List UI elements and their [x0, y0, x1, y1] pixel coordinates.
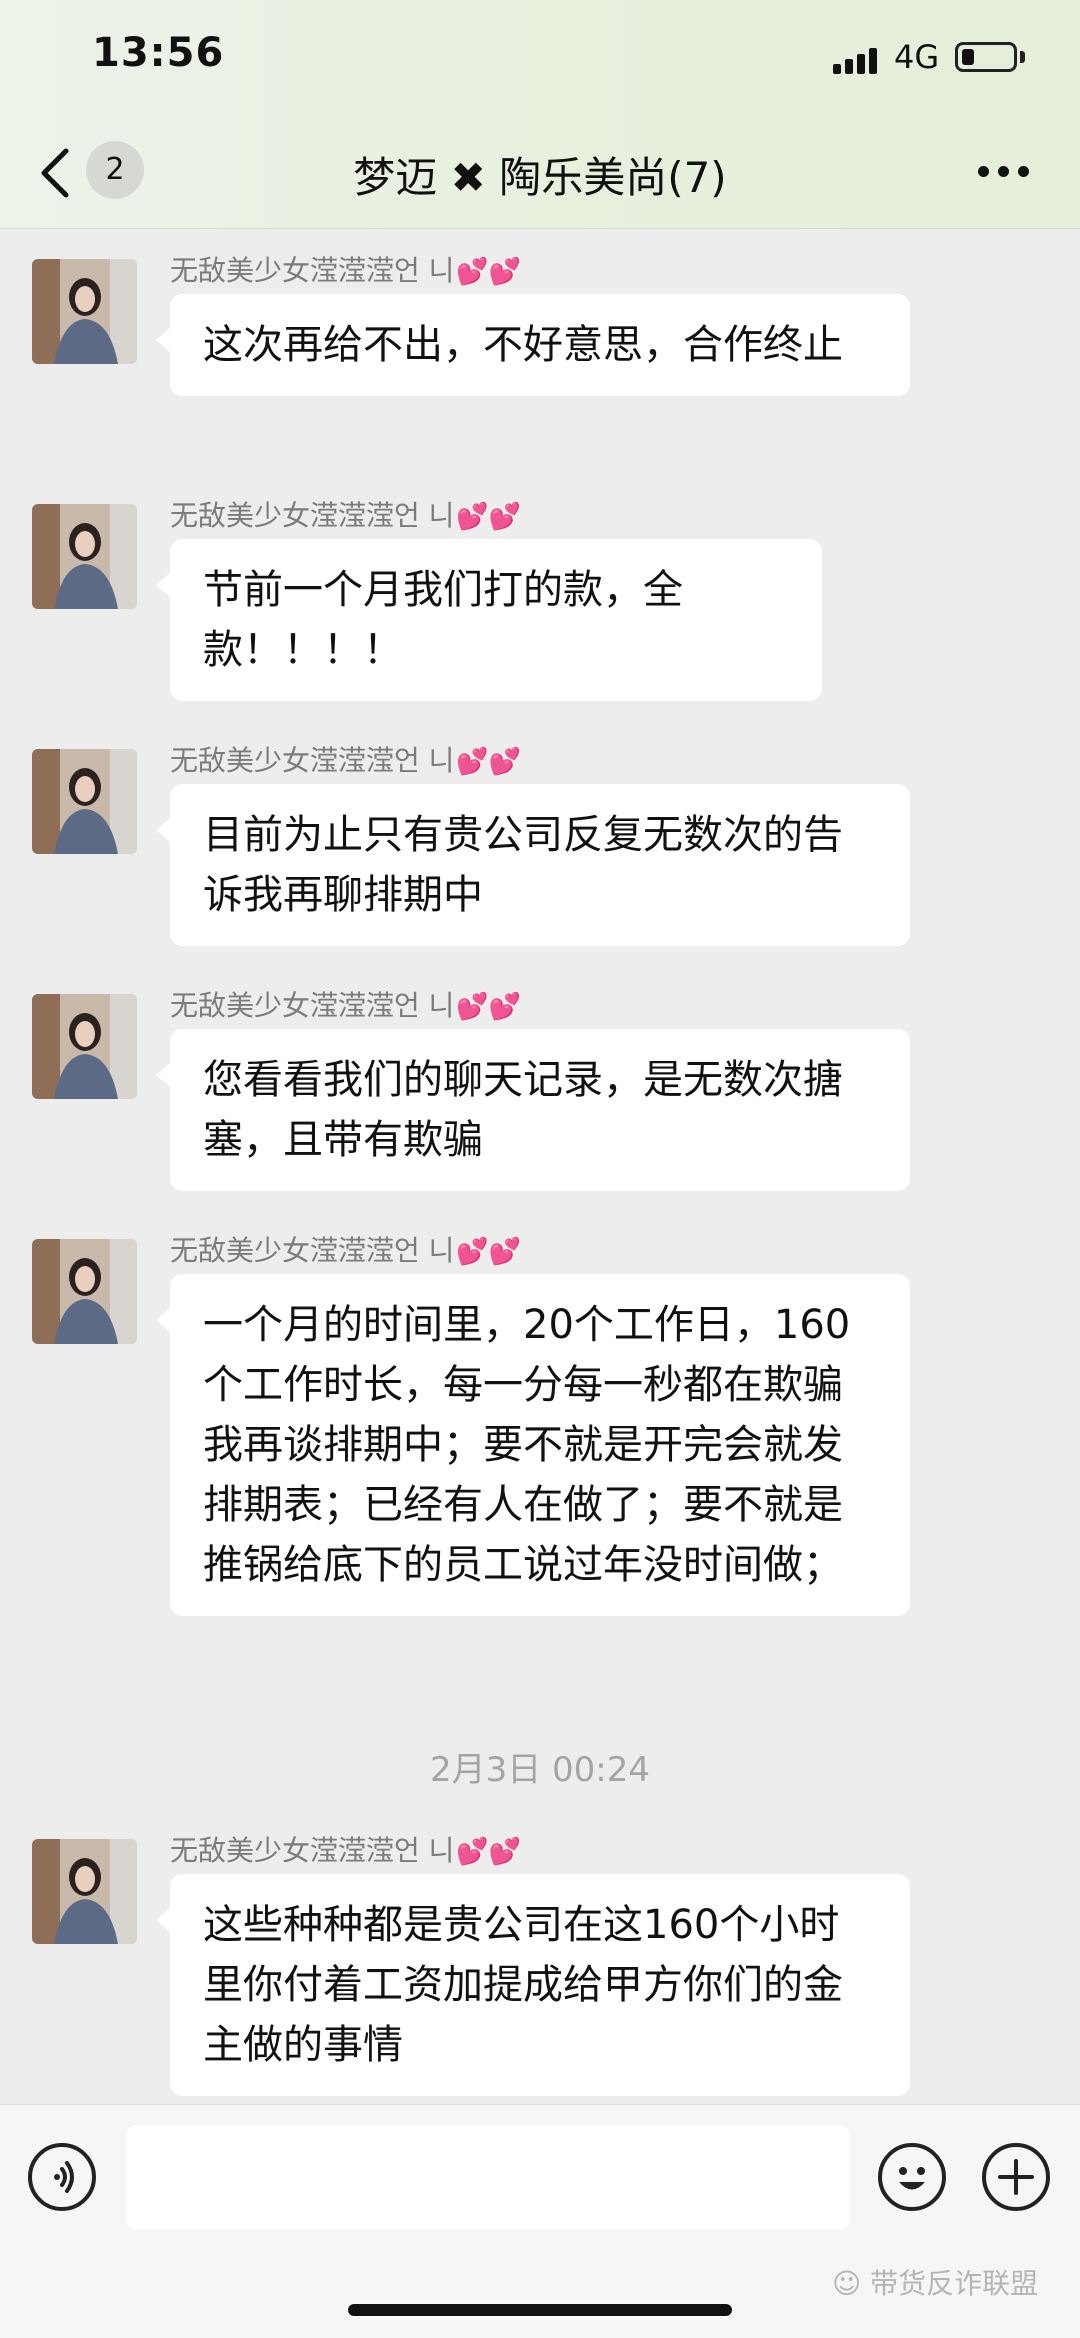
more-button[interactable]: [978, 160, 1030, 180]
battery-level: [962, 49, 974, 65]
hearts-emoji: 💕💕: [456, 747, 522, 777]
message-bubble[interactable]: 这些种种都是贵公司在这160个小时里你付着工资加提成给甲方你们的金主做的事情: [156, 1874, 910, 2096]
avatar-image: [32, 504, 137, 609]
chat-title: 梦迈 ✖ 陶乐美尚(7): [353, 153, 727, 202]
ellipsis-icon: [978, 166, 989, 177]
plus-button[interactable]: [982, 2143, 1050, 2211]
avatar[interactable]: [32, 749, 137, 854]
sender-name: 无敌美少女滢滢滢언 니💕💕: [170, 989, 522, 1022]
avatar-image: [32, 1839, 137, 1944]
message-bubble[interactable]: 目前为止只有贵公司反复无数次的告诉我再聊排期中: [156, 784, 910, 946]
voice-button[interactable]: [28, 2143, 96, 2211]
message-list[interactable]: 无敌美少女滢滢滢언 니💕💕 这次再给不出，不好意思，合作终止 无敌美少女滢滢滢언…: [0, 229, 1080, 2104]
avatar-image: [32, 994, 137, 1099]
emoji-button[interactable]: [878, 2143, 946, 2211]
home-indicator[interactable]: [348, 2304, 732, 2316]
sender-name: 无敌美少女滢滢滢언 니💕💕: [170, 1834, 522, 1867]
hearts-emoji: 💕💕: [456, 502, 522, 532]
hearts-emoji: 💕💕: [456, 992, 522, 1022]
message-bubble[interactable]: 一个月的时间里，20个工作日，160个工作时长，每一分每一秒都在欺骗我再谈排期中…: [156, 1274, 910, 1616]
sender-name: 无敌美少女滢滢滢언 니💕💕: [170, 1234, 522, 1267]
sender-name: 无敌美少女滢滢滢언 니💕💕: [170, 744, 522, 777]
timestamp-divider: 2月3日 00:24: [429, 1750, 651, 1790]
chat-screen: 13:56 4G 2 梦迈 ✖ 陶乐美尚(7) 无敌美少女滢滢滢언 니💕💕 这次…: [0, 0, 1080, 2338]
avatar[interactable]: [32, 259, 137, 364]
avatar[interactable]: [32, 504, 137, 609]
network-label: 4G: [894, 38, 940, 76]
hearts-emoji: 💕💕: [456, 1237, 522, 1267]
message-bubble[interactable]: 您看看我们的聊天记录，是无数次搪塞，且带有欺骗: [156, 1029, 910, 1191]
status-time: 13:56: [92, 30, 225, 76]
hearts-emoji: 💕💕: [456, 257, 522, 287]
avatar-image: [32, 1239, 137, 1344]
avatar-image: [32, 749, 137, 854]
avatar[interactable]: [32, 1839, 137, 1944]
watermark: ☺ 带货反诈联盟: [832, 2267, 1039, 2300]
signal-icon: [833, 48, 877, 74]
wechat-icon: ☺: [832, 2267, 871, 2300]
voice-icon: [54, 2161, 74, 2193]
plus-icon: [998, 2159, 1034, 2195]
message-bubble[interactable]: 这次再给不出，不好意思，合作终止: [156, 294, 910, 396]
top-area: 13:56 4G 2 梦迈 ✖ 陶乐美尚(7): [0, 0, 1080, 229]
sender-name: 无敌美少女滢滢滢언 니💕💕: [170, 254, 522, 287]
hearts-emoji: 💕💕: [456, 1837, 522, 1867]
avatar[interactable]: [32, 994, 137, 1099]
sender-name: 无敌美少女滢滢滢언 니💕💕: [170, 499, 522, 532]
battery-icon: [955, 42, 1017, 72]
input-bar: [0, 2104, 1080, 2338]
avatar[interactable]: [32, 1239, 137, 1344]
emoji-icon: [899, 2167, 925, 2190]
message-input[interactable]: [126, 2125, 850, 2229]
avatar-image: [32, 259, 137, 364]
battery-tip: [1020, 51, 1025, 63]
message-bubble[interactable]: 节前一个月我们打的款，全款！！！！: [156, 539, 822, 701]
